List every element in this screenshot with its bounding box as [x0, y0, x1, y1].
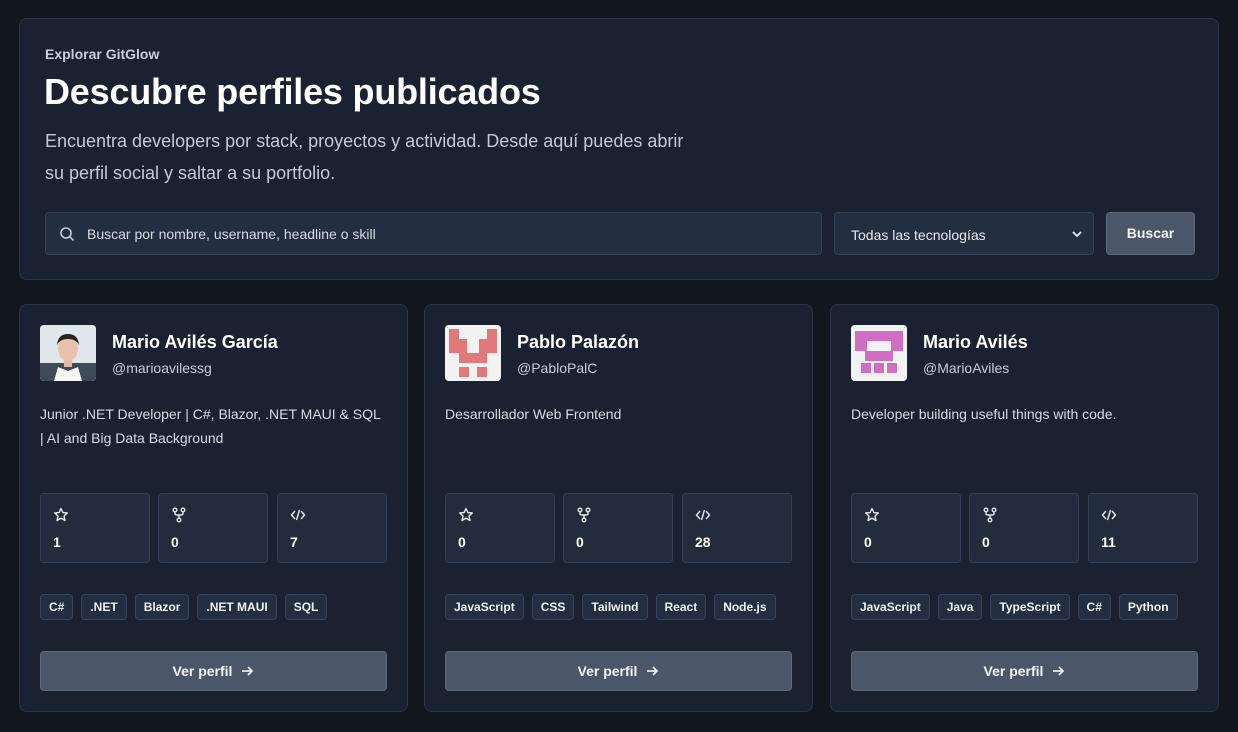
fork-icon — [983, 507, 997, 523]
view-profile-label: Ver perfil — [983, 663, 1044, 679]
eyebrow-label: Explorar GitGlow — [45, 46, 160, 62]
profile-headline: Developer building useful things with co… — [851, 406, 1117, 422]
stat-stars: 0 — [445, 493, 555, 563]
tech-tag: Node.js — [714, 594, 776, 620]
tech-tag: Blazor — [134, 594, 190, 620]
tech-tag: Tailwind — [582, 594, 648, 620]
technology-select[interactable]: Todas las tecnologías — [834, 212, 1094, 255]
tech-tag: .NET MAUI — [197, 594, 277, 620]
search-placeholder: Buscar por nombre, username, headline o … — [87, 226, 376, 242]
stat-repos: 28 — [682, 493, 792, 563]
tech-tag: SQL — [284, 594, 328, 620]
stat-repos: 11 — [1088, 493, 1198, 563]
code-icon — [695, 509, 711, 521]
view-profile-label: Ver perfil — [577, 663, 638, 679]
stat-stars: 1 — [40, 493, 150, 563]
tech-tag: C# — [40, 594, 74, 620]
tech-tags: C# .NET Blazor .NET MAUI SQL — [40, 594, 328, 620]
chevron-down-icon — [1072, 231, 1082, 238]
arrow-right-icon — [647, 666, 659, 676]
star-icon — [459, 507, 474, 522]
code-icon — [1101, 509, 1117, 521]
explore-hero: Explorar GitGlow Descubre perfiles publi… — [19, 18, 1219, 280]
profile-card: Mario Avilés @MarioAviles Developer buil… — [830, 304, 1219, 712]
search-icon — [60, 227, 75, 242]
profile-username: @marioavilessg — [112, 360, 212, 376]
profile-headline: Junior .NET Developer | C#, Blazor, .NET… — [40, 406, 381, 446]
profile-username: @MarioAviles — [923, 360, 1010, 376]
profile-username: @PabloPalC — [517, 360, 598, 376]
stat-value: 0 — [864, 534, 872, 550]
stat-forks: 0 — [969, 493, 1079, 563]
avatar — [445, 325, 501, 381]
fork-icon — [172, 507, 186, 523]
search-input[interactable]: Buscar por nombre, username, headline o … — [45, 212, 822, 255]
tech-tag: React — [655, 594, 707, 620]
avatar — [851, 325, 907, 381]
profile-headline: Desarrollador Web Frontend — [445, 406, 622, 422]
view-profile-button[interactable]: Ver perfil — [851, 651, 1198, 691]
profile-card: Pablo Palazón @PabloPalC Desarrollador W… — [424, 304, 813, 712]
profile-card: Mario Avilés García @marioavilessg Junio… — [19, 304, 408, 712]
code-icon — [290, 509, 306, 521]
view-profile-button[interactable]: Ver perfil — [445, 651, 792, 691]
fork-icon — [577, 507, 591, 523]
tech-tag: Java — [937, 594, 983, 620]
tech-tags: JavaScript CSS Tailwind React Node.js — [445, 594, 776, 620]
tech-tag: JavaScript — [851, 594, 930, 620]
tech-tag: Python — [1118, 594, 1178, 620]
star-icon — [54, 507, 69, 522]
view-profile-label: Ver perfil — [172, 663, 233, 679]
tech-tag: .NET — [81, 594, 127, 620]
stat-repos: 7 — [277, 493, 387, 563]
arrow-right-icon — [242, 666, 254, 676]
view-profile-button[interactable]: Ver perfil — [40, 651, 387, 691]
avatar — [40, 325, 96, 381]
search-button[interactable]: Buscar — [1106, 212, 1195, 255]
profile-name: Mario Avilés García — [112, 332, 278, 352]
stat-value: 1 — [53, 534, 61, 550]
stat-value: 0 — [982, 534, 990, 550]
stat-value: 0 — [576, 534, 584, 550]
stat-value: 28 — [695, 534, 711, 550]
stat-forks: 0 — [563, 493, 673, 563]
page-title: Descubre perfiles publicados — [44, 71, 541, 112]
tech-tag: C# — [1077, 594, 1111, 620]
stat-stars: 0 — [851, 493, 961, 563]
page-subtitle: Encuentra developers por stack, proyecto… — [45, 131, 684, 183]
technology-select-value: Todas las tecnologías — [851, 227, 986, 243]
profile-name: Mario Avilés — [923, 332, 1028, 352]
tech-tags: JavaScript Java TypeScript C# Python — [851, 594, 1178, 620]
star-icon — [865, 507, 880, 522]
profile-name: Pablo Palazón — [517, 332, 640, 352]
tech-tag: CSS — [531, 594, 575, 620]
stat-value: 11 — [1101, 534, 1116, 550]
tech-tag: JavaScript — [445, 594, 524, 620]
stat-forks: 0 — [158, 493, 268, 563]
stat-value: 0 — [171, 534, 179, 550]
stat-value: 0 — [458, 534, 466, 550]
arrow-right-icon — [1053, 666, 1065, 676]
stat-value: 7 — [290, 534, 298, 550]
tech-tag: TypeScript — [990, 594, 1070, 620]
